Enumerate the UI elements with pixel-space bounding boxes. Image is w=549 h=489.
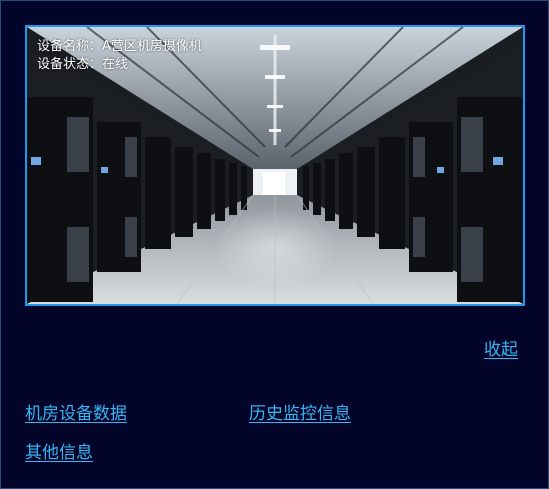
device-name-label: 设备名称： <box>37 39 103 54</box>
device-status-row: 设备状态：在线 <box>37 56 202 74</box>
device-status-label: 设备状态： <box>37 57 103 72</box>
collapse-link[interactable]: 收起 <box>484 335 518 360</box>
nav-link-other-info[interactable]: 其他信息 <box>25 438 93 463</box>
device-name-row: 设备名称：A营区机房摄像机 <box>37 38 202 56</box>
camera-info-overlay: 设备名称：A营区机房摄像机 设备状态：在线 <box>37 38 202 74</box>
device-name-value: A营区机房摄像机 <box>102 39 202 54</box>
nav-link-history-monitoring[interactable]: 历史监控信息 <box>249 399 351 424</box>
nav-link-room-equipment-data[interactable]: 机房设备数据 <box>25 399 127 424</box>
device-status-value: 在线 <box>102 57 129 72</box>
camera-feed[interactable]: 设备名称：A营区机房摄像机 设备状态：在线 <box>25 25 525 306</box>
camera-panel: 设备名称：A营区机房摄像机 设备状态：在线 收起 机房设备数据 历史监控信息 其… <box>0 0 549 489</box>
